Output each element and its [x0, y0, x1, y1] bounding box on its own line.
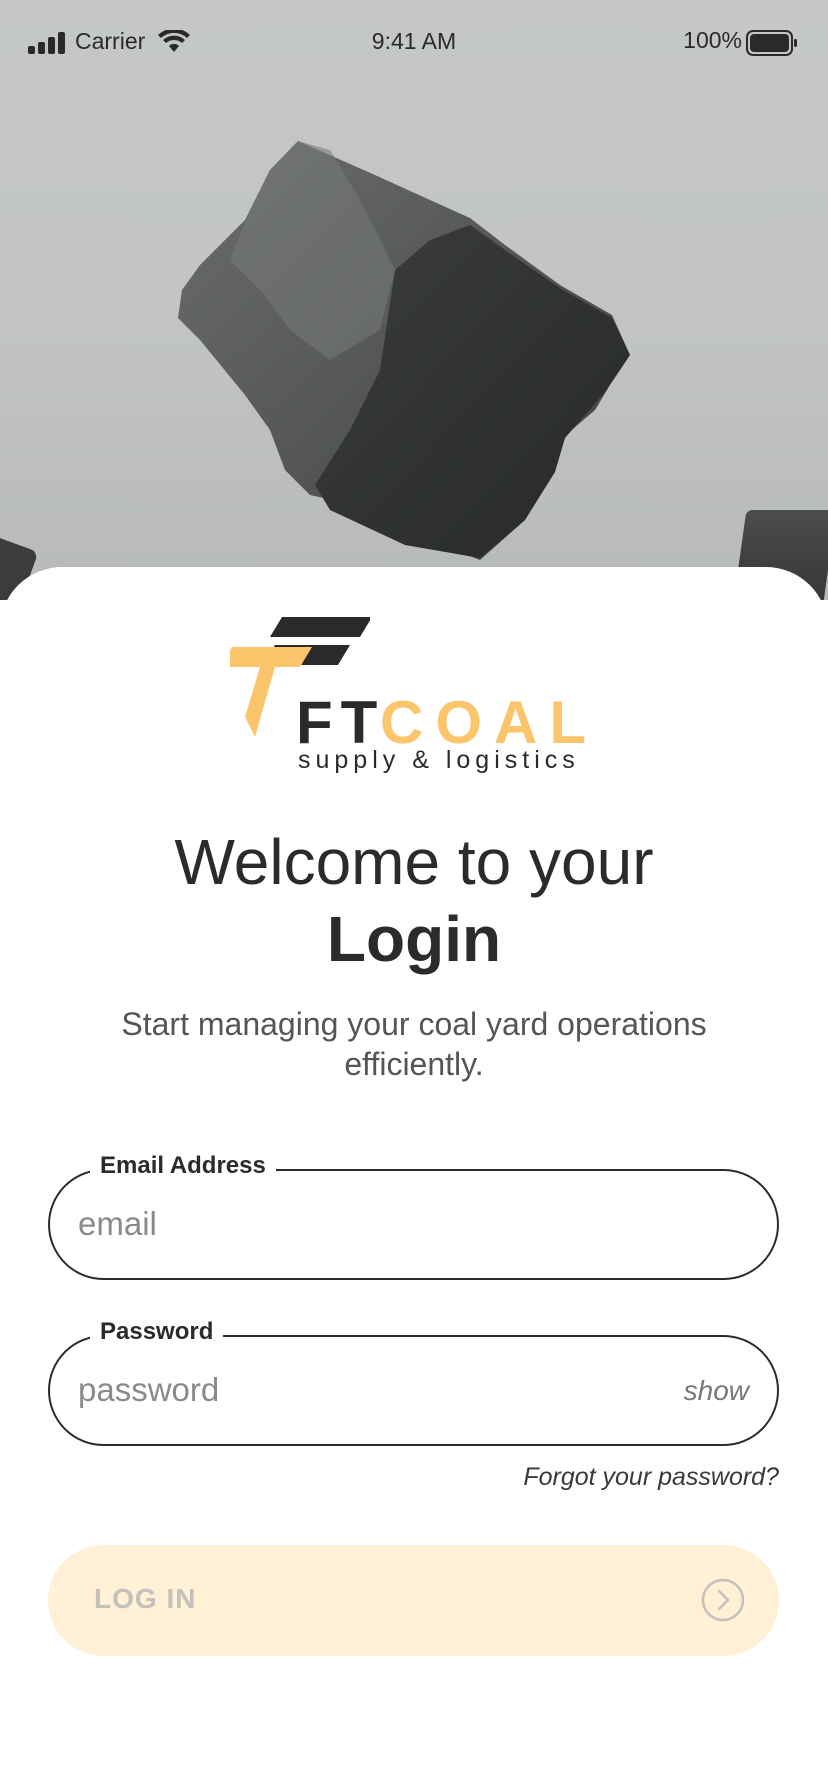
email-input[interactable]: [78, 1205, 638, 1243]
password-input[interactable]: [78, 1371, 638, 1409]
login-heading: Login: [326, 903, 502, 975]
forgot-password-link[interactable]: Forgot your password?: [523, 1463, 779, 1492]
login-button[interactable]: LOG IN: [48, 1545, 779, 1656]
welcome-subtitle: Start managing your coal yard operations…: [121, 1006, 707, 1082]
battery-icon: [746, 30, 797, 56]
welcome-heading: Welcome to your: [174, 826, 654, 898]
password-label: Password: [90, 1318, 224, 1346]
password-field[interactable]: Password show: [48, 1318, 779, 1446]
status-bar: Carrier 9:41 AM 100%: [0, 0, 828, 84]
logo-tagline: supply & logistics: [298, 746, 580, 774]
show-password-toggle[interactable]: show: [684, 1375, 749, 1407]
email-label: Email Address: [90, 1152, 276, 1180]
login-button-label: LOG IN: [94, 1583, 197, 1614]
battery-percent: 100%: [683, 27, 742, 53]
company-logo: FT COAL supply & logistics: [230, 612, 590, 774]
email-field[interactable]: Email Address: [48, 1152, 779, 1280]
coal-lump-image: [178, 141, 630, 560]
hero-image: [0, 0, 828, 600]
chevron-right-circle-icon: [701, 1578, 745, 1622]
